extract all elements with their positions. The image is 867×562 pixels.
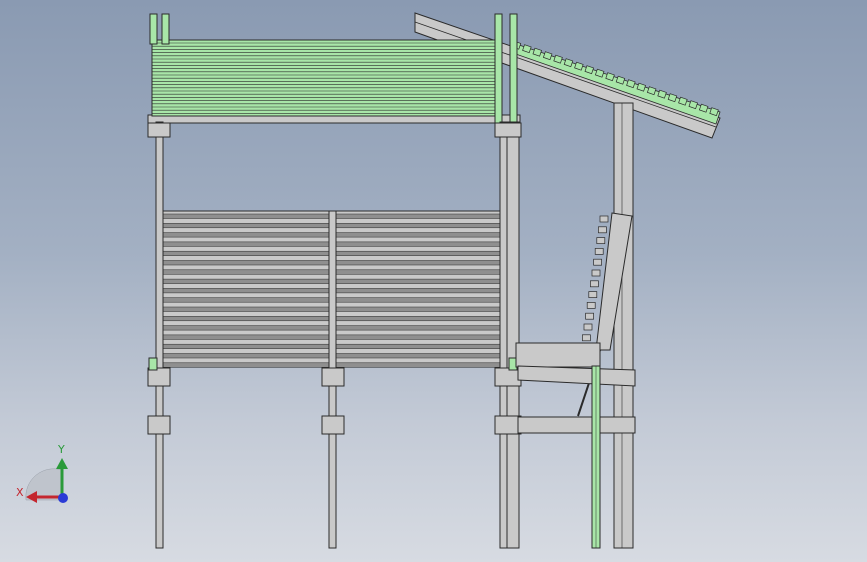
post-left[interactable] (155, 121, 164, 549)
graphics-viewport[interactable]: X Y (0, 0, 867, 562)
y-axis-arrowhead (56, 458, 68, 469)
roof-support-post[interactable] (613, 102, 634, 549)
upper-deck[interactable] (147, 39, 521, 124)
z-axis-dot (58, 493, 68, 503)
bench-seat[interactable] (515, 342, 601, 368)
model-view[interactable] (0, 0, 867, 562)
post-right-b[interactable] (506, 121, 520, 549)
x-axis-label: X (16, 486, 24, 499)
post-cap-left-a (149, 13, 158, 45)
y-axis-label: Y (58, 443, 65, 456)
post-cap-left-b (161, 13, 170, 45)
post-right-a[interactable] (499, 121, 508, 549)
view-triad[interactable] (25, 458, 68, 503)
post-cap-right-b (509, 13, 518, 135)
post-cap-right-a (494, 13, 503, 135)
